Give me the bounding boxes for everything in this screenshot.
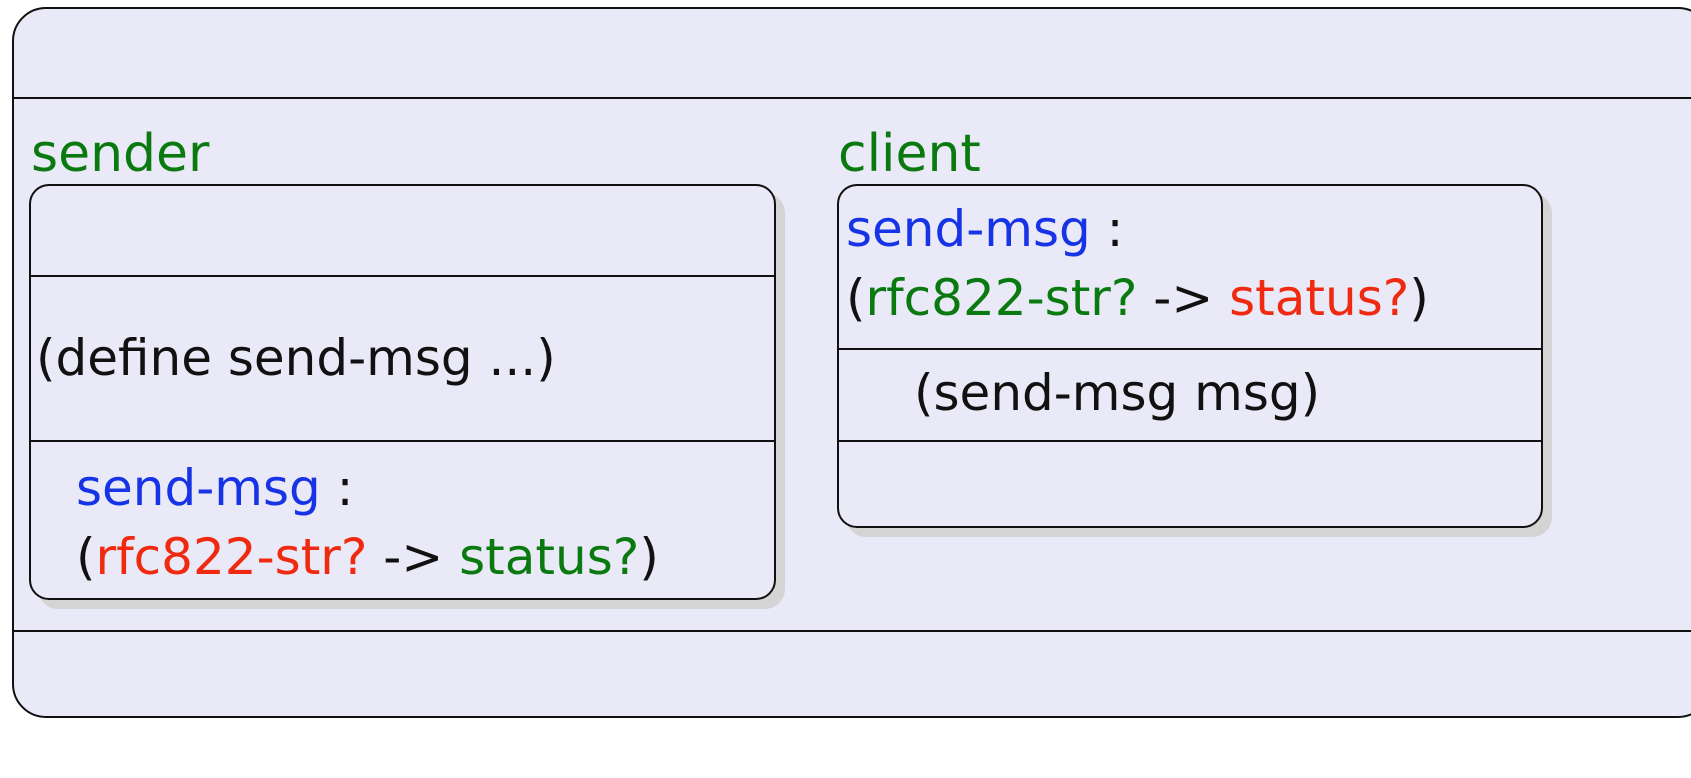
sender-export-contract: (rfc822-str? -> status?) bbox=[76, 532, 659, 582]
outer-bottom-divider bbox=[12, 630, 1691, 632]
sender-range-contract: status? bbox=[459, 528, 640, 586]
sender-definition: (define send-msg ...) bbox=[36, 329, 556, 387]
client-import-contract: (rfc822-str? -> status?) bbox=[846, 273, 1429, 323]
sender-bottom-divider bbox=[31, 440, 774, 442]
client-close-paren: ) bbox=[1409, 269, 1429, 327]
client-open-paren: ( bbox=[846, 269, 866, 327]
client-range-contract: status? bbox=[1229, 269, 1410, 327]
client-bottom-divider bbox=[839, 440, 1541, 442]
sender-arrow: -> bbox=[367, 528, 460, 586]
sender-export-signature: send-msg : bbox=[76, 463, 354, 513]
client-import-name: send-msg bbox=[846, 200, 1091, 258]
client-import-colon: : bbox=[1090, 200, 1124, 258]
outer-top-divider bbox=[12, 97, 1691, 99]
client-arrow: -> bbox=[1137, 269, 1230, 327]
client-top-divider bbox=[839, 348, 1541, 350]
sender-domain-contract: rfc822-str? bbox=[95, 528, 368, 586]
client-import-signature: send-msg : bbox=[846, 204, 1124, 254]
sender-export-colon: : bbox=[320, 459, 354, 517]
sender-close-paren: ) bbox=[639, 528, 659, 586]
sender-top-divider bbox=[31, 275, 774, 277]
sender-module-label: sender bbox=[31, 124, 210, 184]
sender-open-paren: ( bbox=[76, 528, 96, 586]
client-module-label: client bbox=[838, 124, 981, 184]
sender-export-name: send-msg bbox=[76, 459, 321, 517]
client-call-expression: (send-msg msg) bbox=[914, 364, 1321, 422]
client-domain-contract: rfc822-str? bbox=[865, 269, 1138, 327]
